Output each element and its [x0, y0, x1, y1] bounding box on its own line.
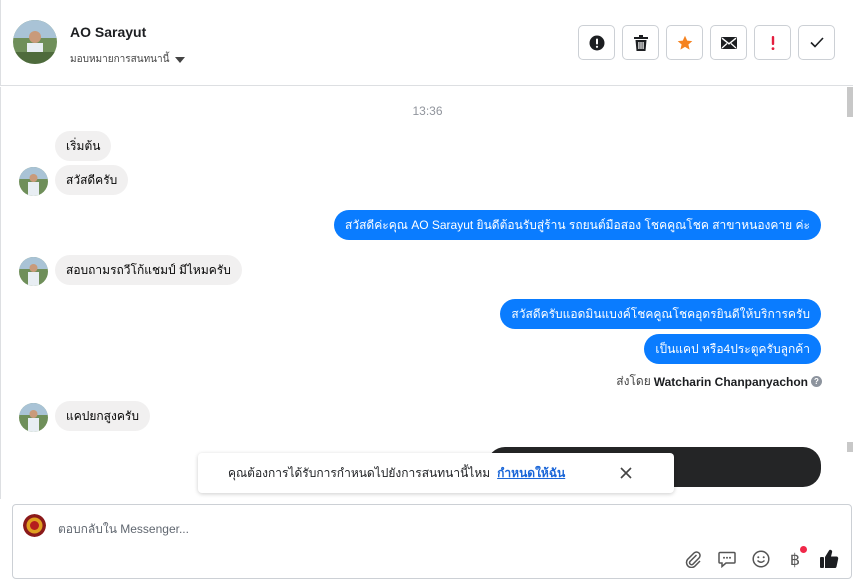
mark-unread-button[interactable]	[710, 25, 747, 60]
payment-button[interactable]: ฿	[785, 546, 807, 569]
emoji-button[interactable]	[751, 549, 771, 569]
page-avatar	[23, 514, 46, 537]
incoming-message[interactable]: สอบถามรถวีโก้แชมป์ มีไหมครับ	[55, 255, 242, 285]
outgoing-message[interactable]: สวัสดีค่ะคุณ AO Sarayut ยินดีต้อนรับสู่ร…	[334, 210, 821, 240]
assign-notice-text: คุณต้องการได้รับการกำหนดไปยังการสนทนานี้…	[228, 465, 491, 480]
star-icon	[677, 35, 692, 50]
scrollbar-thumb[interactable]	[847, 87, 853, 117]
close-icon[interactable]	[618, 465, 634, 481]
sent-by-line: ส่งโดย Watcharin Chanpanyachon ?	[616, 372, 822, 391]
reply-composer[interactable]: ตอบกลับใน Messenger... ฿	[12, 504, 852, 579]
chat-bubble-icon	[718, 551, 736, 568]
assign-conversation-dropdown[interactable]: มอบหมายการสนทนานี้	[70, 52, 186, 67]
assign-notice: คุณต้องการได้รับการกำหนดไปยังการสนทนานี้…	[198, 453, 674, 493]
incoming-message[interactable]: แคปยกสูงครับ	[55, 401, 150, 431]
delete-button[interactable]	[622, 25, 659, 60]
exclamation-icon	[771, 35, 774, 50]
trash-icon	[633, 34, 648, 51]
outgoing-message[interactable]: สวัสดีครับแอดมินแบงค์โชคคูณโชคอุดรยินดีใ…	[500, 299, 821, 329]
sent-by-name: Watcharin Chanpanyachon	[653, 374, 808, 389]
contact-avatar[interactable]	[13, 20, 57, 64]
contact-avatar-small	[19, 257, 48, 286]
follow-up-button[interactable]	[754, 25, 791, 60]
message-timestamp: 13:36	[412, 104, 443, 118]
assign-label: มอบหมายการสนทนานี้	[70, 54, 170, 65]
caret-down-icon	[175, 56, 186, 63]
outgoing-message[interactable]: เป็นแคป หรือ4ประตูครับลูกค้า	[644, 334, 821, 364]
help-icon[interactable]: ?	[811, 376, 822, 387]
message-thread[interactable]: 13:36 เริ่มต้น สวัสดีครับ สวัสดีค่ะคุณ A…	[0, 87, 853, 499]
baht-icon: ฿	[789, 549, 801, 569]
incoming-message[interactable]: สวัสดีครับ	[55, 165, 129, 195]
scrollbar-marker	[847, 442, 853, 452]
contact-avatar-small	[19, 167, 48, 196]
spam-button[interactable]	[578, 25, 615, 60]
conversation-actions	[578, 25, 835, 60]
exclamation-circle-icon	[589, 35, 604, 50]
composer-tools: ฿	[683, 546, 839, 569]
attach-button[interactable]	[683, 549, 703, 569]
envelope-icon	[720, 36, 737, 49]
thumbs-up-icon	[820, 549, 839, 568]
saved-replies-button[interactable]	[717, 549, 737, 569]
contact-name[interactable]: AO Sarayut	[70, 24, 146, 40]
contact-avatar-small	[19, 403, 48, 432]
conversation-header: AO Sarayut มอบหมายการสนทนานี้	[0, 0, 853, 86]
notification-dot	[800, 546, 807, 553]
check-icon	[809, 37, 824, 48]
incoming-message[interactable]: เริ่มต้น	[55, 131, 112, 161]
like-button[interactable]	[819, 549, 839, 569]
star-button[interactable]	[666, 25, 703, 60]
reply-input[interactable]: ตอบกลับใน Messenger...	[58, 520, 189, 539]
smiley-icon	[752, 550, 770, 568]
done-button[interactable]	[798, 25, 835, 60]
sent-by-prefix: ส่งโดย	[616, 374, 651, 388]
assign-to-me-link[interactable]: กำหนดให้ฉัน	[497, 464, 565, 483]
paperclip-icon	[685, 551, 701, 568]
